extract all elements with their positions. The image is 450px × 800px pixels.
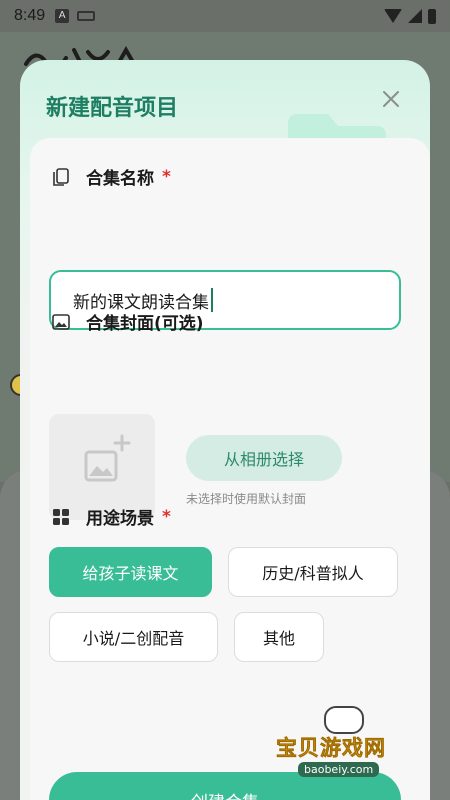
watermark: 宝贝游戏网 baobeiy.com xyxy=(272,700,422,790)
wifi-icon xyxy=(384,9,402,23)
gamepad-icon xyxy=(324,706,364,734)
usage-option-history-science[interactable]: 历史/科普拟人 xyxy=(228,547,398,597)
grid-icon xyxy=(53,508,69,525)
required-mark: * xyxy=(162,506,171,527)
notification-app-icon: A xyxy=(55,9,70,23)
usage-option-read-textbook[interactable]: 给孩子读课文 xyxy=(49,547,212,597)
image-icon xyxy=(52,313,70,330)
watermark-url: baobeiy.com xyxy=(298,762,380,777)
text-caret xyxy=(211,288,213,312)
usage-option-other[interactable]: 其他 xyxy=(234,612,324,662)
usage-section-label: 用途场景 xyxy=(86,509,154,529)
watermark-text: 宝贝游戏网 xyxy=(276,736,386,761)
signal-icon xyxy=(408,9,422,23)
required-mark: * xyxy=(162,166,171,187)
dialog-title: 新建配音项目 xyxy=(46,96,179,121)
choose-from-album-button[interactable]: 从相册选择 xyxy=(186,435,342,481)
name-section-label: 合集名称 xyxy=(86,169,154,189)
status-time: 8:49 xyxy=(14,7,46,24)
status-indicators xyxy=(384,8,436,24)
close-icon[interactable] xyxy=(382,90,400,108)
name-section-title: 合集名称 * xyxy=(52,164,171,189)
collection-icon xyxy=(53,167,69,186)
cover-hint: 未选择时使用默认封面 xyxy=(186,492,307,506)
status-bar: 8:49 A xyxy=(0,0,450,32)
cover-section-title: 合集封面(可选) xyxy=(52,309,204,334)
usage-option-novel-dubbing[interactable]: 小说/二创配音 xyxy=(49,612,218,662)
usage-section-title: 用途场景 * xyxy=(52,504,171,529)
new-project-dialog: 新建配音项目 合集名称 * 新的课文朗读合集 合集封面(可选) 从相册选择 未选… xyxy=(20,60,430,800)
cover-section-label: 合集封面(可选) xyxy=(86,314,204,334)
battery-icon xyxy=(428,8,436,24)
keyboard-icon xyxy=(77,11,96,21)
